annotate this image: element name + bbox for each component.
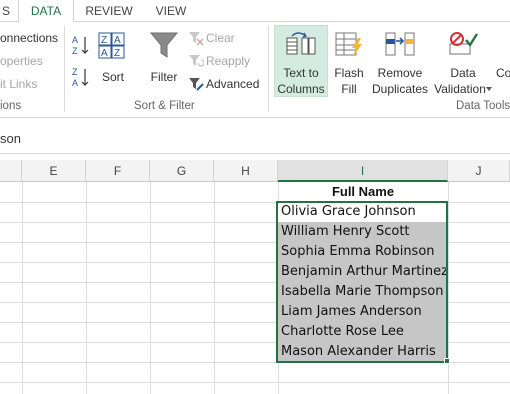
tab-view[interactable]: VIEW	[146, 0, 196, 22]
connections-group-label: ions	[0, 100, 22, 112]
funnel-icon	[149, 30, 179, 60]
column-header-partial[interactable]	[0, 160, 22, 182]
svg-text:A: A	[114, 35, 121, 46]
remove-duplicates-label-line2: Duplicates	[371, 82, 429, 96]
fill-handle[interactable]	[444, 358, 450, 364]
consolidate-button[interactable]: Co	[494, 26, 510, 96]
sort-button[interactable]: Z A A Z Sort	[96, 28, 130, 88]
column-header-f[interactable]: F	[86, 160, 150, 182]
worksheet-grid[interactable]: E F G H I J Full Name Olivia Grace Johns…	[0, 160, 510, 394]
remove-duplicates-icon	[384, 30, 416, 58]
remove-duplicates-label-line1: Remove	[377, 66, 423, 80]
column-header-j[interactable]: J	[448, 160, 510, 182]
sort-dialog-icon: Z A A Z	[98, 32, 126, 60]
dropdown-arrow-icon	[486, 87, 492, 91]
edit-links-button[interactable]: it Links	[0, 77, 37, 91]
reapply-icon	[188, 53, 205, 69]
filter-button[interactable]: Filter	[144, 28, 184, 88]
tab-review[interactable]: REVIEW	[80, 0, 138, 22]
text-to-columns-label-line1: Text to	[283, 66, 319, 80]
table-header-cell[interactable]: Full Name	[278, 182, 448, 202]
flash-fill-label-line2: Fill	[341, 82, 357, 96]
group-divider	[64, 26, 65, 112]
text-to-columns-icon	[285, 30, 317, 58]
formula-bar[interactable]: son	[0, 124, 510, 154]
advanced-button[interactable]: Advanced	[206, 77, 259, 91]
data-validation-button[interactable]: Data Validation	[432, 26, 494, 96]
column-header-e[interactable]: E	[22, 160, 86, 182]
svg-text:Z: Z	[72, 67, 78, 77]
tab-home-partial[interactable]: S	[0, 0, 12, 22]
text-to-columns-button[interactable]: Text to Columns	[274, 25, 328, 97]
flash-fill-button[interactable]: Flash Fill	[330, 26, 368, 96]
sort-label: Sort	[101, 70, 124, 84]
svg-text:A: A	[72, 78, 78, 88]
column-header-i[interactable]: I	[278, 160, 448, 182]
filter-label: Filter	[150, 70, 178, 84]
group-divider	[268, 26, 269, 112]
sort-filter-group-label: Sort & Filter	[134, 100, 195, 112]
grid-line	[0, 382, 510, 383]
svg-text:Z: Z	[101, 35, 107, 46]
properties-button[interactable]: operties	[0, 54, 43, 68]
remove-duplicates-button[interactable]: Remove Duplicates	[370, 26, 430, 96]
column-header-h[interactable]: H	[214, 160, 278, 182]
data-tools-group-label: Data Tools	[456, 100, 510, 112]
formula-bar-text: son	[0, 131, 21, 146]
flash-fill-icon	[334, 30, 364, 58]
svg-text:A: A	[72, 35, 78, 45]
column-header-g[interactable]: G	[150, 160, 214, 182]
data-validation-label-line1: Data	[450, 66, 476, 80]
sort-z-to-a-icon[interactable]: Z A	[72, 66, 90, 88]
svg-text:Z: Z	[114, 48, 120, 59]
advanced-filter-icon	[188, 76, 204, 92]
data-validation-label-line2: Validation	[434, 82, 486, 96]
ribbon: onnections operties it Links ions A Z Z …	[0, 22, 510, 118]
text-to-columns-label-line2: Columns	[277, 82, 325, 96]
reapply-button[interactable]: Reapply	[206, 54, 250, 68]
sort-a-to-z-icon[interactable]: A Z	[72, 34, 90, 56]
svg-text:Z: Z	[72, 46, 78, 56]
svg-text:A: A	[101, 48, 108, 59]
clear-button[interactable]: Clear	[206, 31, 235, 45]
connections-button[interactable]: onnections	[0, 31, 58, 45]
consolidate-label: Co	[496, 66, 510, 80]
tab-data[interactable]: DATA	[18, 0, 74, 23]
selection-outline	[276, 201, 448, 363]
ribbon-tab-bar: S DATA REVIEW VIEW	[0, 0, 510, 23]
clear-filter-icon	[188, 30, 204, 46]
flash-fill-label-line1: Flash	[334, 66, 364, 80]
data-validation-icon	[448, 30, 479, 58]
